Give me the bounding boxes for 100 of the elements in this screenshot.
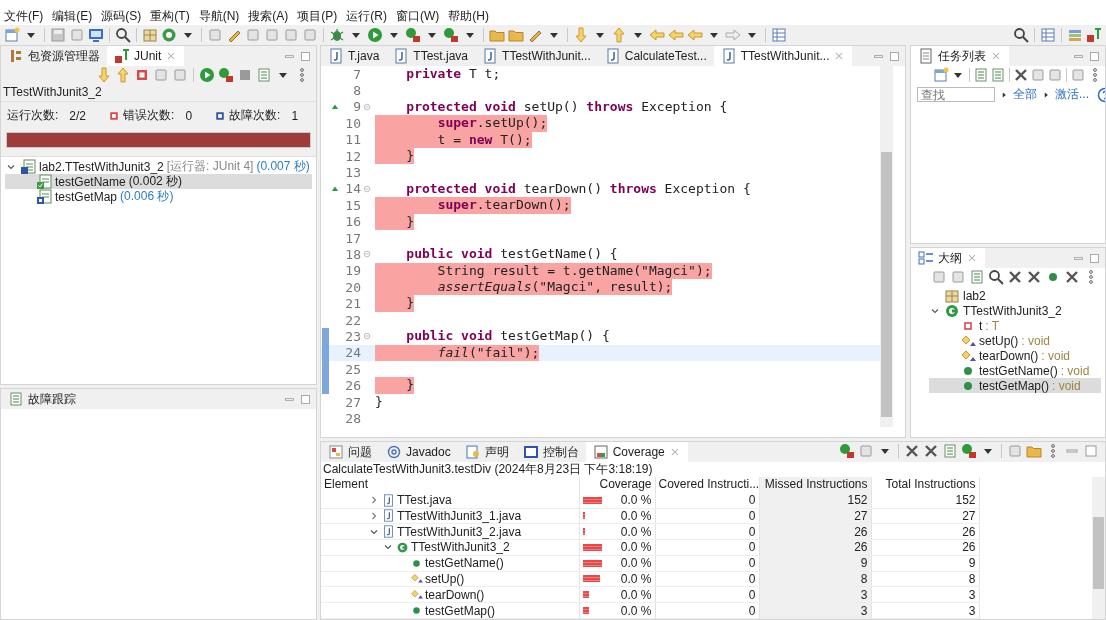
tab[interactable]: 包资源管理器 [1, 46, 107, 66]
test-time: (0.006 秒) [120, 188, 174, 205]
count-value: 1 [291, 108, 299, 123]
element-name[interactable]: TTest.java [397, 493, 452, 508]
test-name[interactable]: testGetName [55, 174, 126, 189]
table-cell: 0 [655, 508, 759, 524]
table-cell: 0 [655, 523, 759, 540]
menu-item[interactable]: 重构(T) [150, 8, 190, 25]
table-cell: 152 [871, 492, 979, 508]
table-cell: 0 [655, 571, 759, 587]
code-line: protected void tearDown() throws Exception { [405, 180, 751, 198]
tab[interactable]: T.java [321, 46, 387, 66]
test-run-title: TTestWithJunit3_2 [1, 84, 316, 102]
tab[interactable]: TTest.java [386, 46, 476, 66]
element-name[interactable]: TTestWithJunit3_2 [411, 540, 510, 555]
tab[interactable]: Coverage [585, 442, 688, 462]
code-line: public void testGetMap() { [405, 328, 610, 345]
outline-item[interactable]: TTestWithJunit3_2 [963, 303, 1062, 318]
tab[interactable]: JUnit [107, 46, 185, 66]
line-number: 14 [344, 181, 361, 197]
type-label: : void [1060, 363, 1090, 378]
line-number: 27 [344, 394, 361, 410]
element-name[interactable]: tearDown() [425, 587, 485, 602]
column-header[interactable]: Covered Instructi... [655, 477, 759, 493]
coverage-value: 0.0 % [620, 603, 652, 618]
element-name[interactable]: testGetName() [425, 556, 504, 571]
line-number: 15 [344, 197, 361, 213]
menu-item[interactable]: 运行(R) [346, 8, 387, 25]
line-number: 22 [344, 312, 361, 328]
table-cell: 0 [655, 539, 759, 556]
element-name[interactable]: testGetMap() [425, 603, 496, 618]
outline-item[interactable]: testGetMap() [979, 378, 1050, 393]
column-header[interactable]: Missed Instructions [759, 477, 871, 493]
coverage-value: 0.0 % [620, 587, 652, 602]
element-name[interactable]: TTestWithJunit3_1.java [397, 508, 522, 523]
tab[interactable]: CalculateTest... [597, 46, 714, 66]
table-cell: 26 [871, 523, 979, 540]
column-header[interactable]: Coverage [579, 477, 655, 493]
code-line: protected void setUp() throws Exception { [405, 98, 728, 116]
menu-item[interactable]: 项目(P) [297, 8, 338, 25]
tab[interactable]: 问题 [321, 442, 379, 462]
menu-item[interactable]: 源码(S) [101, 8, 142, 25]
find-field[interactable]: 查找 [917, 87, 995, 102]
table-cell: 26 [871, 539, 979, 556]
code-line: } [375, 393, 383, 411]
element-name[interactable]: setUp() [425, 571, 465, 586]
type-label: : T [985, 318, 1000, 333]
tab[interactable]: 控制台 [515, 442, 586, 462]
coverage-value: 0.0 % [620, 493, 652, 508]
line-number: 7 [352, 66, 361, 82]
filter-link[interactable]: 全部 [1013, 86, 1037, 103]
line-number: 16 [344, 214, 361, 230]
column-header[interactable]: Total Instructions [871, 477, 979, 493]
outline-item[interactable]: testGetName() [979, 363, 1058, 378]
outline-item[interactable]: lab2 [963, 288, 986, 303]
table-cell: 0 [655, 586, 759, 603]
filter-link[interactable]: 激活... [1055, 86, 1089, 103]
table-cell: 3 [871, 586, 979, 603]
tab[interactable]: Javadoc [379, 442, 458, 462]
table-cell: 9 [871, 555, 979, 572]
outline-item[interactable]: t [979, 318, 983, 333]
line-number: 9 [352, 99, 361, 115]
type-label: : void [1052, 378, 1081, 393]
count-label: 错误次数: [123, 107, 175, 124]
menu-item[interactable]: 窗口(W) [396, 8, 440, 25]
element-name[interactable]: TTestWithJunit3_2.java [397, 524, 522, 539]
tab[interactable]: 任务列表 [911, 46, 1009, 66]
tab[interactable]: 声明 [457, 442, 516, 462]
line-number: 11 [344, 132, 361, 148]
menu-item[interactable]: 文件(F) [4, 8, 44, 25]
outline-item[interactable]: tearDown() [979, 348, 1039, 363]
test-name[interactable]: lab2.TTestWithJunit3_2 [39, 159, 164, 174]
test-time: (0.002 秒) [128, 174, 183, 190]
line-number: 25 [344, 361, 361, 377]
column-header[interactable]: Element [321, 477, 579, 493]
count-label: 故障次数: [229, 107, 281, 124]
test-name[interactable]: testGetMap [55, 189, 118, 204]
line-number: 26 [344, 378, 361, 394]
tab[interactable]: 大纲 [911, 248, 985, 268]
line-number: 23 [344, 328, 361, 344]
tab[interactable]: TTestWithJunit... [713, 46, 853, 66]
count-value: 0 [185, 108, 193, 123]
line-number: 20 [344, 279, 361, 295]
menu-item[interactable]: 帮助(H) [448, 8, 489, 25]
line-number: 24 [344, 345, 361, 361]
session-label: CalculateTestWithJunit3.testDiv (2024年8月23日 下午3:18:19) [322, 462, 654, 477]
table-cell: 27 [871, 508, 979, 524]
coverage-value: 0.0 % [620, 540, 652, 555]
tab[interactable]: TTestWithJunit... [475, 46, 598, 66]
code-line: private T t; [405, 66, 501, 83]
outline-item[interactable]: setUp() [979, 333, 1019, 348]
coverage-value: 0.0 % [620, 556, 652, 571]
menu-item[interactable]: 导航(N) [198, 8, 240, 25]
menu-item[interactable]: 编辑(E) [52, 8, 93, 25]
table-cell: 3 [871, 602, 979, 619]
line-number: 12 [344, 148, 361, 164]
menu-item[interactable]: 搜索(A) [248, 8, 289, 25]
type-label: : void [1021, 333, 1051, 348]
count-label: 运行次数: [7, 107, 59, 124]
line-number: 10 [344, 115, 361, 131]
